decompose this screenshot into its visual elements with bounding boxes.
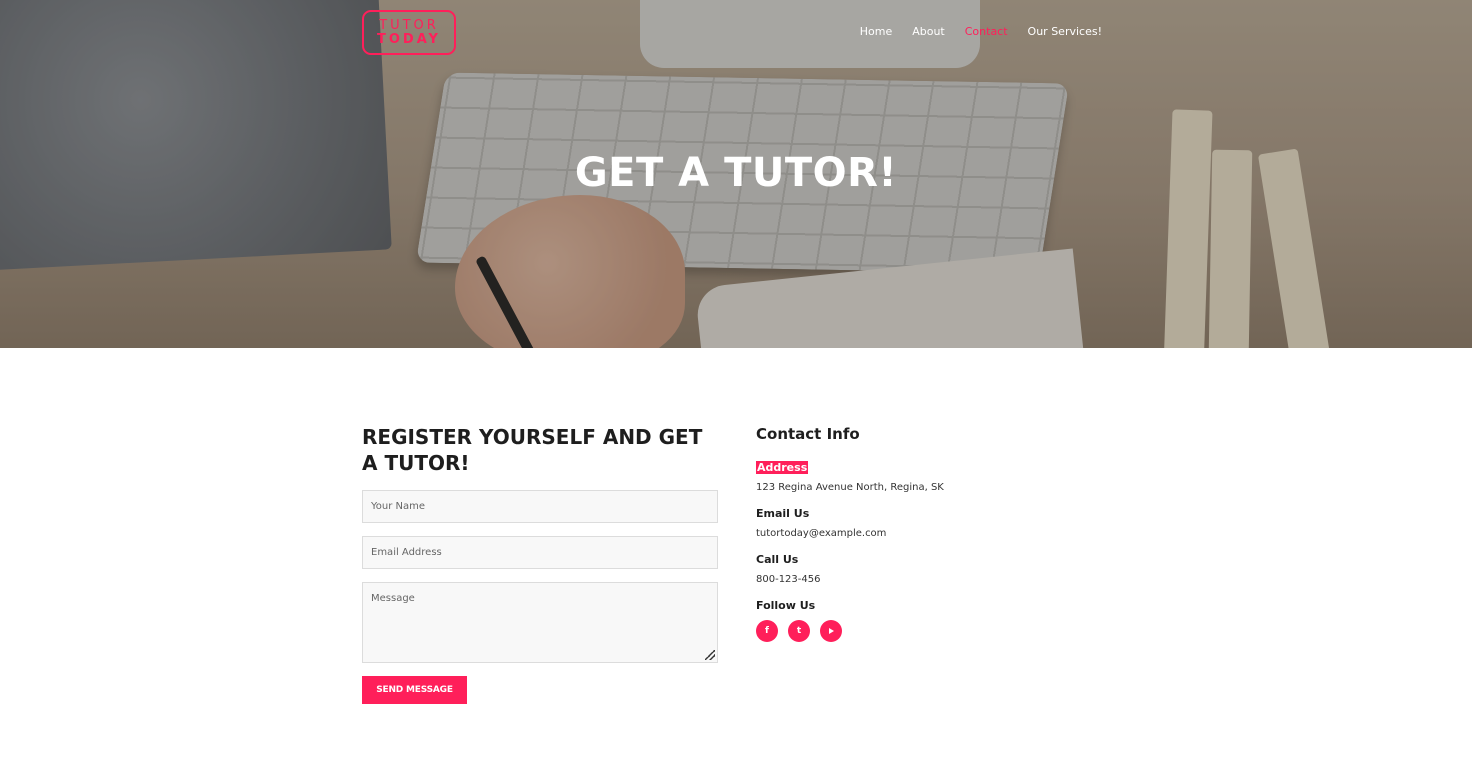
address-value: 123 Regina Avenue North, Regina, SK [756, 482, 944, 493]
phone-value[interactable]: 800-123-456 [756, 574, 1056, 585]
nav-item-services[interactable]: Our Services! [1028, 25, 1102, 38]
main-nav: Home About Contact Our Services! [860, 25, 1102, 38]
site-logo[interactable]: TUTOR TODAY [362, 10, 456, 55]
nav-item-home[interactable]: Home [860, 25, 892, 38]
address-label: Address [756, 461, 809, 474]
hero-banner: TUTOR TODAY Home About Contact Our Servi… [0, 0, 1472, 348]
name-input-placeholder: Your Name [371, 501, 426, 512]
hero-title: GET A TUTOR! [574, 150, 898, 196]
name-input[interactable]: Your Name [362, 490, 718, 523]
message-textarea[interactable]: Message [362, 582, 718, 663]
register-form: REGISTER YOURSELF AND GET A TUTOR! Your … [362, 424, 718, 704]
phone-label: Call Us [756, 553, 799, 566]
message-placeholder: Message [371, 593, 415, 604]
twitter-icon[interactable]: t [788, 620, 810, 642]
facebook-icon[interactable]: f [756, 620, 778, 642]
youtube-icon[interactable] [820, 620, 842, 642]
resize-handle-icon[interactable] [705, 650, 715, 660]
contact-info-title: Contact Info [756, 425, 860, 443]
email-input[interactable]: Email Address [362, 536, 718, 569]
email-value[interactable]: tutortoday@example.com [756, 528, 1056, 539]
follow-label: Follow Us [756, 599, 816, 612]
email-input-placeholder: Email Address [371, 547, 442, 558]
nav-item-about[interactable]: About [912, 25, 945, 38]
send-message-button[interactable]: SEND MESSAGE [362, 676, 467, 704]
email-label: Email Us [756, 507, 810, 520]
logo-line-1: TUTOR [379, 17, 439, 33]
logo-line-2: TODAY [377, 31, 441, 47]
contact-info: Contact Info Address 123 Regina Avenue N… [756, 425, 1056, 642]
nav-item-contact[interactable]: Contact [965, 25, 1008, 38]
form-heading: REGISTER YOURSELF AND GET A TUTOR! [362, 425, 703, 475]
social-links: f t [756, 620, 1056, 642]
